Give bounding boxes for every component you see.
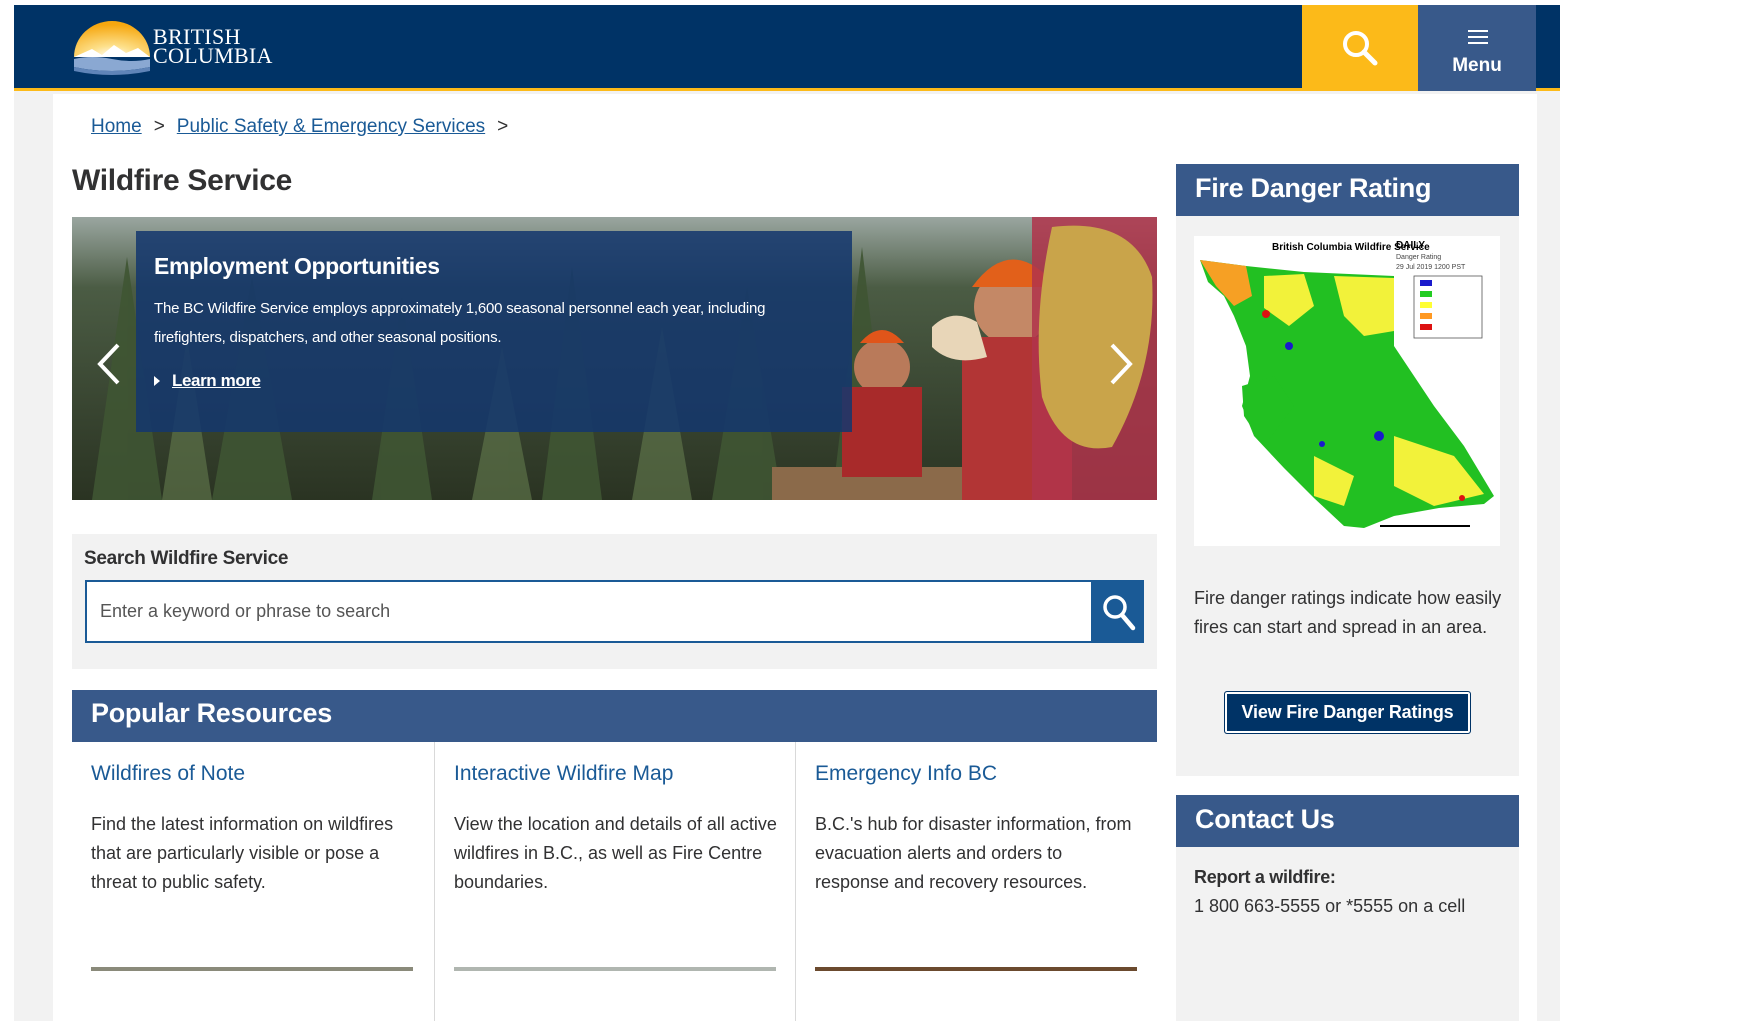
- interactive-wildfire-map-link[interactable]: Interactive Wildfire Map: [454, 762, 673, 785]
- browser-viewport: BRITISH COLUMBIA Menu Home > Public Safety…: [14, 5, 1560, 1021]
- menu-label: Menu: [1452, 55, 1502, 76]
- fire-danger-panel: Fire Danger Rating British Columbia Wild…: [1176, 164, 1519, 776]
- carousel-next-icon[interactable]: [1106, 339, 1136, 389]
- learn-more-link[interactable]: Learn more: [154, 371, 261, 391]
- hero-caption-panel: Employment Opportunities The BC Wildfire…: [136, 231, 852, 432]
- search-icon: [1343, 31, 1378, 66]
- emergency-info-bc-link[interactable]: Emergency Info BC: [815, 762, 997, 785]
- search-submit-button[interactable]: [1093, 580, 1144, 643]
- wildfires-of-note-link[interactable]: Wildfires of Note: [91, 762, 245, 785]
- breadcrumb-section-link[interactable]: Public Safety & Emergency Services: [177, 116, 485, 137]
- resource-card-image: [454, 967, 776, 971]
- map-date-text: 29 Jul 2019 1200 PST: [1396, 264, 1466, 271]
- resource-card-text: View the location and details of all act…: [454, 814, 777, 892]
- hero-title: Employment Opportunities: [154, 253, 440, 279]
- resource-card-text: Find the latest information on wildfires…: [91, 814, 394, 892]
- learn-more-label: Learn more: [172, 371, 261, 390]
- logo-text: BRITISH COLUMBIA: [153, 26, 273, 68]
- hero-text: The BC Wildfire Service employs approxim…: [154, 300, 766, 346]
- fire-danger-map[interactable]: British Columbia Wildfire Service DAILY …: [1194, 236, 1500, 546]
- hero-carousel: Employment Opportunities The BC Wildfire…: [72, 217, 1157, 500]
- breadcrumb-home-link[interactable]: Home: [91, 116, 142, 137]
- report-wildfire-phone[interactable]: 1 800 663-5555 or *5555 on a cell: [1194, 896, 1465, 917]
- fire-danger-map-image: British Columbia Wildfire Service DAILY …: [1194, 236, 1500, 546]
- breadcrumb-separator: >: [153, 116, 165, 137]
- menu-button[interactable]: Menu: [1418, 5, 1536, 91]
- report-wildfire-label: Report a wildfire:: [1194, 867, 1336, 887]
- resource-card: Interactive Wildfire Map View the locati…: [434, 742, 796, 1021]
- popular-resources-heading: Popular Resources: [72, 690, 1157, 742]
- resource-card-text: B.C.'s hub for disaster information, fro…: [815, 814, 1132, 892]
- search-icon: [1102, 594, 1135, 630]
- main-content: Home > Public Safety & Emergency Services >…: [53, 94, 1537, 1021]
- contact-heading: Contact Us: [1176, 795, 1519, 847]
- carousel-prev-icon[interactable]: [94, 339, 124, 389]
- resource-card: Wildfires of Note Find the latest inform…: [72, 742, 434, 1021]
- search-section: Search Wildfire Service: [72, 534, 1157, 669]
- logo-line-2: COLUMBIA: [153, 43, 273, 68]
- breadcrumb: Home > Public Safety & Emergency Services >: [91, 116, 520, 138]
- resource-card-image: [815, 967, 1137, 971]
- map-daily-text: DAILY: [1396, 240, 1425, 251]
- view-fire-danger-ratings-button[interactable]: View Fire Danger Ratings: [1224, 691, 1471, 734]
- resource-card: Emergency Info BC B.C.'s hub for disaste…: [795, 742, 1157, 1021]
- map-sub-text: Danger Rating: [1396, 254, 1441, 261]
- page-title: Wildfire Service: [72, 164, 293, 197]
- site-header: BRITISH COLUMBIA Menu: [14, 5, 1560, 91]
- search-input[interactable]: [85, 580, 1093, 643]
- fire-danger-description: Fire danger ratings indicate how easily …: [1194, 588, 1502, 637]
- search-heading: Search Wildfire Service: [84, 548, 289, 569]
- popular-resources: Wildfires of Note Find the latest inform…: [72, 742, 1157, 1021]
- hamburger-icon: [1468, 30, 1488, 44]
- resource-card-image: [91, 967, 413, 971]
- contact-panel: Contact Us Report a wildfire: 1 800 663-…: [1176, 795, 1519, 1021]
- sun-logo-icon: [74, 21, 150, 75]
- breadcrumb-separator: >: [497, 116, 509, 137]
- fire-danger-heading: Fire Danger Rating: [1176, 164, 1519, 216]
- header-search-button[interactable]: [1302, 5, 1418, 91]
- caret-right-icon: [154, 376, 160, 386]
